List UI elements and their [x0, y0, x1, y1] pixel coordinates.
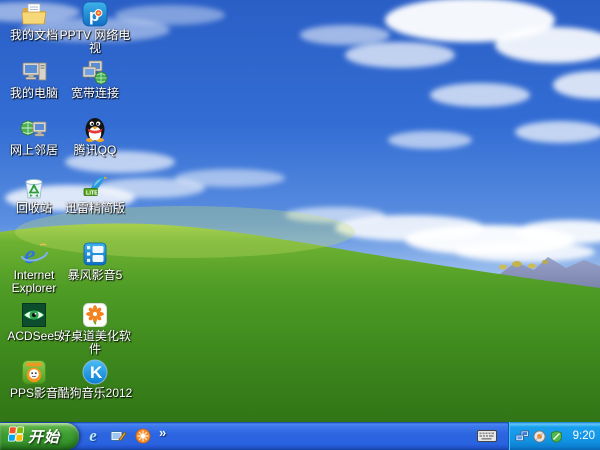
svg-text:K: K	[90, 363, 103, 382]
desktop-icon-label: PPTV 网络电 视	[59, 28, 131, 55]
desktop-icon-label: 暴风影音5	[67, 268, 123, 282]
shield-icon	[550, 430, 562, 443]
start-button-label: 开始	[28, 429, 61, 446]
desktop-icon-label: 我的电脑	[9, 86, 58, 100]
desktop-icon-label: ACDSee5	[7, 329, 61, 343]
desktop-icon-label: 宽带连接	[70, 86, 119, 100]
desktop-icon-label: 迅雷精简版	[64, 201, 125, 215]
tray-clock[interactable]: 9:20	[573, 430, 595, 442]
keyboard-icon	[477, 429, 497, 442]
desktop-icon-kugou-music[interactable]: K 酷狗音乐2012	[57, 358, 133, 400]
desktop-icon-tencent-qq[interactable]: 腾讯QQ	[57, 115, 133, 157]
broadband-connection-icon	[81, 58, 109, 86]
system-tray: 9:20	[508, 422, 600, 450]
desktop-icon-label: Internet Explorer	[11, 268, 57, 295]
svg-text:e: e	[24, 240, 36, 268]
quick-launch-haozhuodao[interactable]	[134, 427, 152, 445]
acdsee5-icon	[20, 301, 48, 329]
haozhuodao-icon	[81, 301, 109, 329]
show-desktop-icon	[110, 430, 126, 441]
desktop-icon-baofeng-player[interactable]: 暴风影音5	[57, 240, 133, 282]
start-button[interactable]: 开始	[0, 423, 79, 450]
internet-explorer-icon: e	[20, 240, 48, 268]
volume-icon	[532, 429, 546, 443]
desktop-icon-pptv[interactable]: p PPTV 网络电 视	[57, 0, 133, 54]
tray-volume-button[interactable]	[532, 429, 546, 443]
desktop-icon-label: PPS影音	[9, 386, 58, 400]
svg-text:LITE: LITE	[86, 190, 98, 196]
my-computer-icon	[20, 58, 48, 86]
recycle-bin-icon	[20, 173, 48, 201]
taskbar: 开始 e » 9:20	[0, 422, 600, 450]
internet-explorer-icon: e	[89, 426, 97, 445]
quick-launch: e »	[84, 422, 166, 450]
kugou-music-icon: K	[81, 358, 109, 386]
baofeng-player-icon	[81, 240, 109, 268]
chevron-right-icon[interactable]: »	[159, 425, 166, 440]
quick-launch-show-desktop[interactable]	[109, 427, 127, 445]
my-documents-icon	[20, 0, 48, 28]
pps-player-icon	[20, 358, 48, 386]
desktop-icon-label: 网上邻居	[9, 143, 58, 157]
desktop-icon-label: 好桌道美化软 件	[58, 329, 131, 356]
desktop-icon-thunder-lite[interactable]: LITE 迅雷精简版	[57, 173, 133, 215]
desktop-icon-label: 回收站	[15, 201, 52, 215]
desktop-icon-label: 腾讯QQ	[73, 143, 117, 157]
desktop[interactable]: 我的文档 我的电脑 网上邻居 回收站 e Internet Explorer A…	[0, 0, 600, 450]
tencent-qq-icon	[81, 115, 109, 143]
desktop-icon-broadband-connection[interactable]: 宽带连接	[57, 58, 133, 100]
language-keyboard-button[interactable]	[476, 428, 498, 443]
network-icon	[515, 429, 529, 441]
tray-network-button[interactable]	[515, 429, 529, 443]
desktop-icon-haozhuodao[interactable]: 好桌道美化软 件	[57, 301, 133, 355]
network-places-icon	[20, 115, 48, 143]
desktop-icon-label: 酷狗音乐2012	[57, 386, 133, 400]
flower-icon	[135, 428, 151, 444]
quick-launch-internet-explorer[interactable]: e	[84, 426, 102, 445]
thunder-lite-icon: LITE	[81, 173, 109, 201]
windows-logo-icon	[5, 424, 25, 449]
pptv-icon: p	[81, 0, 109, 28]
tray-security-button[interactable]	[549, 429, 563, 443]
desktop-icon-label: 我的文档	[9, 28, 58, 42]
